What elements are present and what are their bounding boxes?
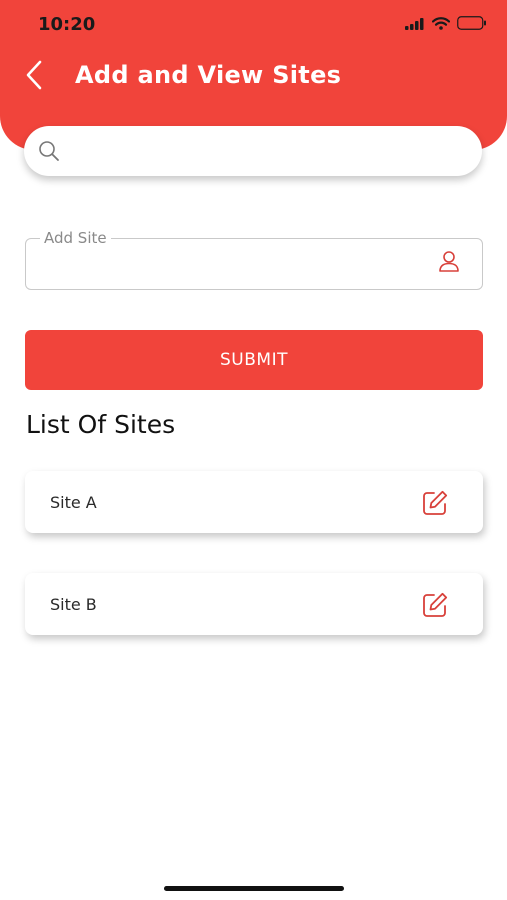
search-icon: [38, 140, 60, 162]
chevron-left-icon: [24, 59, 44, 96]
add-site-field[interactable]: Add Site: [25, 229, 483, 290]
add-site-input[interactable]: [42, 253, 422, 279]
sites-list-title: List Of Sites: [26, 410, 176, 439]
site-name: Site A: [50, 493, 97, 512]
search-bar[interactable]: [24, 126, 482, 176]
submit-button[interactable]: SUBMIT: [25, 330, 483, 390]
cellular-signal-icon: [405, 17, 425, 35]
wifi-icon: [431, 16, 451, 35]
site-card[interactable]: Site B: [25, 573, 483, 635]
user-icon: [438, 250, 460, 274]
edit-icon[interactable]: [421, 591, 449, 619]
edit-icon[interactable]: [421, 489, 449, 517]
status-icons: [405, 16, 487, 35]
home-indicator: [164, 886, 344, 891]
battery-icon: [457, 16, 487, 35]
back-button[interactable]: [18, 60, 50, 94]
site-card[interactable]: Site A: [25, 471, 483, 533]
search-input[interactable]: [72, 136, 462, 166]
status-time: 10:20: [38, 14, 96, 35]
status-bar: 10:20: [0, 0, 507, 50]
page-title: Add and View Sites: [75, 61, 342, 89]
site-name: Site B: [50, 595, 97, 614]
add-site-label: Add Site: [40, 229, 111, 247]
